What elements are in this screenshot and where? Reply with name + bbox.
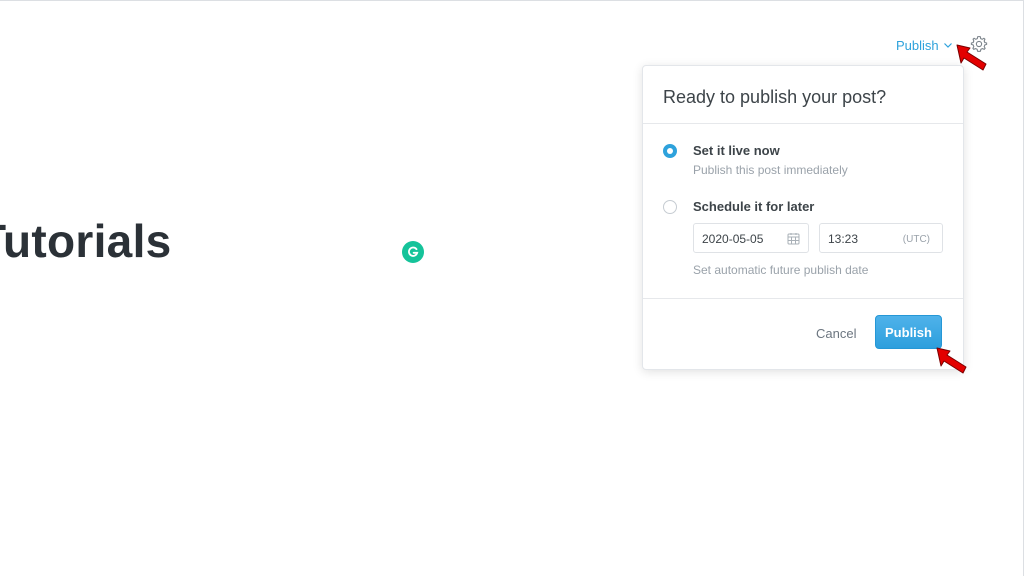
post-title[interactable]: Tutorials (0, 214, 172, 268)
chevron-down-icon (943, 43, 952, 48)
calendar-icon[interactable] (787, 232, 800, 245)
schedule-date-value: 2020-05-05 (702, 232, 764, 246)
schedule-time-value: 13:23 (828, 232, 859, 246)
publish-button[interactable]: Publish (875, 315, 942, 349)
radio-schedule-later[interactable] (663, 200, 677, 214)
annotation-arrow-icon (956, 44, 987, 71)
timezone-label: (UTC) (902, 234, 930, 245)
publish-menu-header: Ready to publish your post? (643, 66, 963, 124)
annotation-arrow-icon (936, 347, 967, 374)
radio-set-live-now[interactable] (663, 144, 677, 158)
schedule-helper-text: Set automatic future publish date (693, 263, 869, 277)
publish-trigger-label: Publish (896, 37, 939, 53)
publish-menu-title: Ready to publish your post? (663, 87, 887, 107)
publish-menu: Ready to publish your post? Set it live … (642, 65, 964, 370)
publish-menu-trigger[interactable]: Publish (896, 36, 953, 54)
option-description: Publish this post immediately (693, 163, 848, 177)
cancel-button[interactable]: Cancel (816, 326, 856, 341)
menu-divider (643, 298, 963, 299)
grammarly-icon[interactable] (402, 241, 424, 263)
option-label: Set it live now (693, 143, 780, 158)
schedule-time-input[interactable]: 13:23 (UTC) (819, 223, 943, 253)
option-label: Schedule it for later (693, 199, 815, 214)
top-border (0, 0, 1024, 1)
grammarly-g-glyph (408, 246, 419, 257)
schedule-date-input[interactable]: 2020-05-05 (693, 223, 809, 253)
